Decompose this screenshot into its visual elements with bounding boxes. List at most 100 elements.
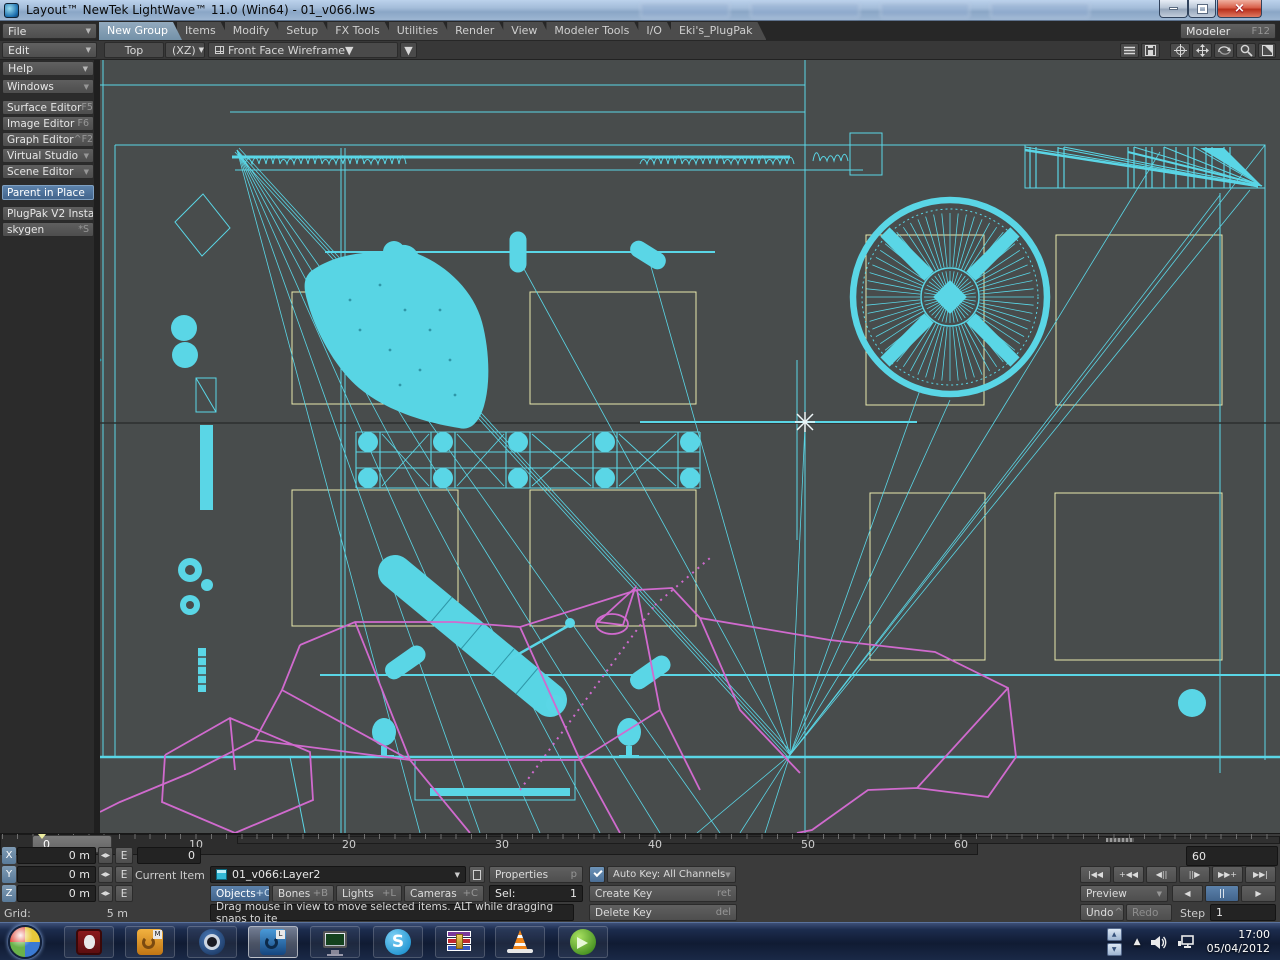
- tab-render[interactable]: Render: [447, 22, 508, 40]
- tab-new-group[interactable]: New Group: [99, 22, 182, 40]
- auto-key-dropdown[interactable]: Auto Key: All Channels▼: [607, 866, 736, 883]
- preview-dropdown[interactable]: Preview▼: [1080, 885, 1168, 902]
- rotate-view-icon[interactable]: [1214, 43, 1234, 58]
- sidebar-item-skygen[interactable]: skygen*S: [2, 222, 94, 237]
- create-key-button[interactable]: Create Keyret: [589, 885, 737, 902]
- vlc-icon: [507, 929, 533, 955]
- step-label: Step: [1180, 907, 1205, 920]
- render-mode-dropdown[interactable]: Front Face Wireframe ▼: [208, 42, 398, 58]
- sidebar-item-surface-editor[interactable]: Surface EditorF5: [2, 100, 94, 115]
- tab-io[interactable]: I/O: [638, 22, 676, 40]
- next-frame-button[interactable]: ||▶: [1179, 866, 1210, 883]
- tab-ekis-plugpak[interactable]: Eki's_PlugPak: [671, 22, 767, 40]
- save-icon[interactable]: [1141, 43, 1160, 58]
- current-frame-field[interactable]: 0: [137, 847, 201, 864]
- tab-fx-tools[interactable]: FX Tools: [327, 22, 393, 40]
- tab-view[interactable]: View: [503, 22, 551, 40]
- tab-utilities[interactable]: Utilities: [389, 22, 452, 40]
- sidebar-item-scene-editor[interactable]: Scene Editor▼: [2, 164, 94, 179]
- desktop-toolbar-scroll[interactable]: ▲▼: [1107, 928, 1122, 956]
- viewport-options-dropdown[interactable]: ▼: [400, 42, 417, 58]
- page-icon: [473, 870, 481, 880]
- taskbar-idm[interactable]: [558, 926, 608, 958]
- prev-frame-button[interactable]: ◀||: [1146, 866, 1177, 883]
- sidebar-item-graph-editor[interactable]: Graph Editor^F2: [2, 132, 94, 147]
- go-start-button[interactable]: |◀◀: [1080, 866, 1111, 883]
- taskbar-system-monitor[interactable]: [310, 926, 360, 958]
- step-field[interactable]: 1: [1210, 904, 1276, 921]
- redo-button[interactable]: Redo: [1126, 904, 1172, 921]
- view-preset-dropdown[interactable]: Top: [104, 42, 164, 58]
- item-list-icon[interactable]: [1120, 43, 1139, 58]
- z-value-field[interactable]: 0 m: [17, 885, 96, 902]
- y-axis-chip: Y: [2, 866, 16, 883]
- y-nudge-button[interactable]: ◀▶: [98, 866, 113, 883]
- close-button[interactable]: ×: [1217, 0, 1262, 18]
- edit-menu[interactable]: Edit▼: [2, 42, 97, 58]
- pan-view-icon[interactable]: [1192, 43, 1212, 58]
- taskbar-skype[interactable]: S: [373, 926, 423, 958]
- delete-key-button[interactable]: Delete Keydel: [589, 904, 737, 921]
- volume-icon[interactable]: [1151, 935, 1168, 950]
- tab-modify[interactable]: Modify: [225, 22, 283, 40]
- viewport[interactable]: [100, 60, 1280, 833]
- start-button[interactable]: [8, 925, 42, 959]
- mode-lights-button[interactable]: Lights+L: [336, 885, 402, 902]
- clock-date: 05/04/2012: [1207, 942, 1270, 956]
- view-axis-dropdown[interactable]: (XZ)▼: [165, 42, 205, 58]
- minimize-button[interactable]: [1159, 0, 1188, 18]
- sidebar-item-virtual-studio[interactable]: Virtual Studio▼: [2, 148, 94, 163]
- maximize-viewport-icon[interactable]: [1258, 43, 1276, 58]
- taskbar: M L S: [0, 922, 1280, 960]
- y-envelope-button[interactable]: E: [115, 866, 133, 883]
- show-hidden-icons[interactable]: ▲: [1134, 937, 1141, 947]
- zoom-view-icon[interactable]: [1236, 43, 1256, 58]
- z-envelope-button[interactable]: E: [115, 885, 133, 902]
- tab-modeler-tools[interactable]: Modeler Tools: [546, 22, 643, 40]
- z-nudge-button[interactable]: ◀▶: [98, 885, 113, 902]
- undo-button[interactable]: Undo^Z: [1080, 904, 1124, 921]
- title-bar[interactable]: Layout™ NewTek LightWave™ 11.0 (Win64) -…: [0, 0, 1280, 21]
- taskbar-lightwave-layout[interactable]: L: [248, 926, 298, 958]
- auto-key-checkbox[interactable]: [589, 866, 605, 883]
- mode-cameras-button[interactable]: Cameras+C: [404, 885, 484, 902]
- maximize-button[interactable]: [1188, 0, 1216, 18]
- item-list-button[interactable]: [469, 866, 485, 883]
- sidebar-item-plugpak-install[interactable]: PlugPak V2 Instal...: [2, 206, 94, 221]
- center-item-icon[interactable]: [1170, 43, 1190, 58]
- tray-clock[interactable]: 17:00 05/04/2012: [1207, 928, 1270, 957]
- taskbar-app-red[interactable]: [64, 926, 114, 958]
- chevron-down-icon: ▼: [199, 46, 204, 54]
- properties-button[interactable]: Propertiesp: [489, 866, 583, 883]
- next-key-button[interactable]: ▶▶+: [1212, 866, 1243, 883]
- taskbar-winrar[interactable]: [435, 926, 485, 958]
- taskbar-lightwave-modeler[interactable]: M: [125, 926, 175, 958]
- play-reverse-button[interactable]: ◀: [1172, 885, 1203, 902]
- taskbar-shutter-app[interactable]: [187, 926, 237, 958]
- x-nudge-button[interactable]: ◀▶: [98, 847, 113, 864]
- mode-objects-button[interactable]: Objects+O: [210, 885, 270, 902]
- x-value-field[interactable]: 0 m: [17, 847, 96, 864]
- network-icon[interactable]: [1178, 935, 1197, 950]
- tab-setup[interactable]: Setup: [278, 22, 332, 40]
- lightwave-layout-window: Layout™ NewTek LightWave™ 11.0 (Win64) -…: [0, 0, 1280, 960]
- pause-button[interactable]: ||: [1205, 885, 1239, 902]
- mode-bones-button[interactable]: Bones+B: [272, 885, 334, 902]
- prev-key-button[interactable]: +◀◀: [1113, 866, 1144, 883]
- y-value-field[interactable]: 0 m: [17, 866, 96, 883]
- last-frame-field[interactable]: 60: [1186, 846, 1278, 866]
- x-envelope-button[interactable]: E: [115, 847, 133, 864]
- modeler-button[interactable]: Modeler F12: [1180, 23, 1276, 39]
- left-sidebar: Help▼ Windows▼ Surface EditorF5 Image Ed…: [0, 60, 100, 833]
- taskbar-vlc[interactable]: [495, 926, 545, 958]
- play-button[interactable]: ▶: [1241, 885, 1276, 902]
- file-menu[interactable]: File▼: [2, 23, 97, 39]
- lightwave-layout-icon: L: [260, 929, 286, 955]
- tab-items[interactable]: Items: [177, 22, 230, 40]
- help-menu[interactable]: Help▼: [2, 61, 94, 76]
- windows-menu[interactable]: Windows▼: [2, 79, 94, 94]
- sidebar-item-parent-in-place[interactable]: Parent in Place: [2, 185, 94, 200]
- current-item-dropdown[interactable]: 01_v066:Layer2 ▼: [210, 866, 466, 883]
- go-end-button[interactable]: ▶▶|: [1245, 866, 1276, 883]
- sidebar-item-image-editor[interactable]: Image EditorF6: [2, 116, 94, 131]
